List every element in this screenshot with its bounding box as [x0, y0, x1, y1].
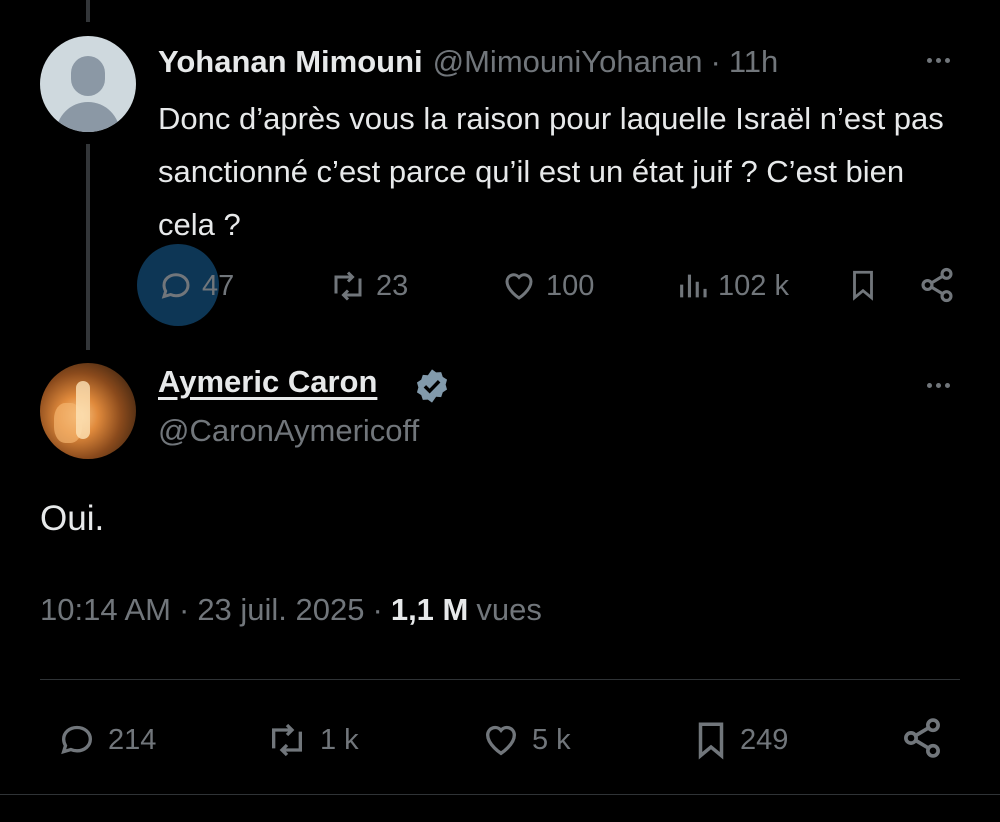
divider [40, 679, 960, 680]
reply-author-name[interactable]: Yohanan Mimouni [158, 44, 423, 80]
bookmark-icon [698, 722, 724, 760]
reply-count: 47 [202, 269, 235, 302]
tweet-reply-count: 214 [108, 723, 157, 756]
like-icon [485, 725, 517, 756]
share-button[interactable] [918, 266, 956, 304]
bookmark-button[interactable] [846, 266, 880, 304]
like-button[interactable]: 100 [500, 268, 594, 304]
avatar-photo-detail [76, 381, 90, 439]
tweet-author-handle[interactable]: @CaronAymericoff [158, 413, 419, 449]
reply-icon [61, 725, 93, 755]
divider [0, 794, 1000, 795]
separator: · [710, 44, 721, 79]
tweet-meta: 10:14 AM · 23 juil. 2025 · 1,1 M vues [40, 592, 542, 628]
tweet-share-button[interactable] [900, 716, 944, 760]
reply-time[interactable]: 11h [729, 44, 778, 80]
repost-count: 23 [376, 269, 409, 302]
avatar-yohanan[interactable] [40, 36, 136, 132]
like-count: 100 [546, 269, 595, 302]
repost-icon [272, 723, 302, 757]
like-icon [505, 273, 533, 300]
tweet-time[interactable]: 10:14 AM [40, 592, 171, 628]
tweet-author-name[interactable]: Aymeric Caron [158, 364, 377, 400]
separator: · [178, 592, 190, 627]
tweet-reply-button[interactable]: 214 [54, 720, 156, 760]
thread-line [86, 0, 90, 22]
more-icon[interactable] [916, 370, 960, 400]
views-icon [680, 274, 707, 298]
tweet-views-label: vues [476, 592, 542, 627]
avatar-head [71, 56, 105, 96]
repost-button[interactable]: 23 [328, 268, 408, 304]
tweet-text: Oui. [40, 499, 105, 538]
views-count: 102 k [718, 269, 789, 302]
tweet-repost-button[interactable]: 1 k [262, 720, 359, 760]
tweet-date[interactable]: 23 juil. 2025 [197, 592, 364, 628]
more-icon[interactable] [916, 45, 960, 75]
reply-header: Yohanan Mimouni @MimouniYohanan · 11h [158, 40, 778, 84]
thread-line [86, 144, 90, 350]
reply-author-handle[interactable]: @MimouniYohanan [433, 44, 703, 80]
reply-icon [161, 273, 190, 299]
reply-button[interactable]: 47 [158, 268, 234, 304]
tweet-like-button[interactable]: 5 k [478, 720, 571, 760]
separator: · [372, 592, 383, 627]
reply-text: Donc d’après vous la raison pour laquell… [158, 101, 944, 242]
tweet-thread-page: Yohanan Mimouni @MimouniYohanan · 11h Do… [0, 0, 1000, 822]
avatar-aymeric[interactable] [40, 363, 136, 459]
repost-icon [334, 271, 362, 301]
tweet-bookmark-count: 249 [740, 723, 789, 756]
share-icon [921, 267, 953, 303]
avatar-body [56, 102, 120, 132]
views-button[interactable]: 102 k [676, 268, 789, 304]
tweet-bookmark-button[interactable]: 249 [690, 718, 788, 762]
tweet-views-count[interactable]: 1,1 M [391, 592, 469, 628]
share-icon [904, 718, 940, 758]
bookmark-icon [853, 270, 873, 301]
tweet-like-count: 5 k [532, 723, 571, 756]
tweet-repost-count: 1 k [320, 723, 359, 756]
verified-badge-icon [416, 369, 448, 403]
